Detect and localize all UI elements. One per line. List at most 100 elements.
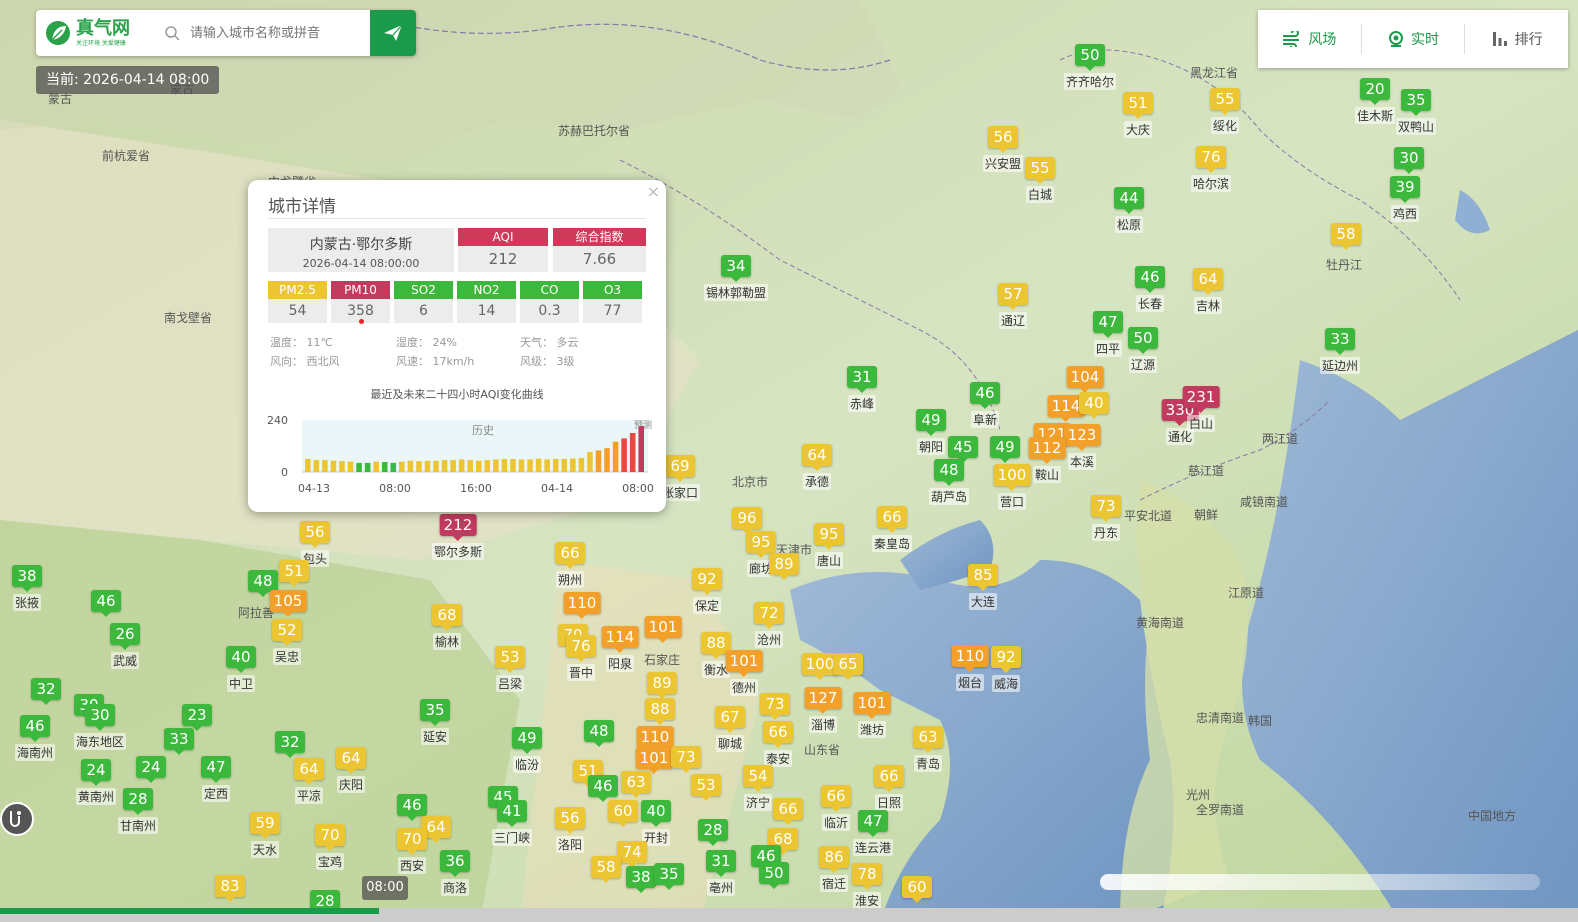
logo[interactable]: 真气网 关注环境 关爱健康	[36, 18, 164, 48]
aqi-marker[interactable]: 67	[715, 706, 745, 733]
station-name[interactable]: 佳木斯	[1354, 107, 1396, 124]
station-name[interactable]: 连云港	[852, 839, 894, 856]
timeline[interactable]	[0, 908, 1578, 922]
station-name[interactable]: 西安	[397, 857, 427, 874]
search-input[interactable]	[186, 12, 370, 54]
station-name[interactable]: 聊城	[715, 735, 745, 752]
aqi-marker[interactable]: 46	[20, 715, 50, 742]
aqi-marker[interactable]: 64	[802, 444, 832, 471]
station-name[interactable]: 海东地区	[73, 733, 127, 750]
aqi-marker[interactable]: 64	[1193, 268, 1223, 295]
station-name[interactable]: 德州	[729, 679, 759, 696]
station-name[interactable]: 齐齐哈尔	[1063, 73, 1117, 90]
aqi-marker[interactable]: 123	[1063, 424, 1101, 451]
aqi-marker[interactable]: 72	[754, 602, 784, 629]
aqi-marker[interactable]: 47	[858, 810, 888, 837]
aqi-marker[interactable]: 89	[769, 553, 799, 580]
aqi-marker[interactable]: 86	[819, 846, 849, 873]
aqi-marker[interactable]: 51	[1123, 92, 1153, 119]
aqi-marker[interactable]: 69	[665, 455, 695, 482]
aqi-marker[interactable]: 49	[990, 436, 1020, 463]
aqi-marker[interactable]: 57	[998, 283, 1028, 310]
aqi-marker[interactable]: 66	[555, 542, 585, 569]
aqi-marker[interactable]: 56	[988, 126, 1018, 153]
aqi-marker[interactable]: 39	[1390, 176, 1420, 203]
aqi-marker[interactable]: 51	[279, 560, 309, 587]
station-name[interactable]: 临汾	[512, 756, 542, 773]
station-name[interactable]: 榆林	[432, 633, 462, 650]
aqi-marker[interactable]: 24	[81, 759, 111, 786]
aqi-marker[interactable]: 76	[566, 635, 596, 662]
aqi-marker[interactable]: 24	[136, 756, 166, 783]
aqi-marker[interactable]: 46	[970, 382, 1000, 409]
aqi-marker[interactable]: 56	[300, 521, 330, 548]
aqi-marker[interactable]: 95	[746, 531, 776, 558]
station-name[interactable]: 大连	[968, 593, 998, 610]
aqi-marker[interactable]: 23	[182, 704, 212, 731]
aqi-marker[interactable]: 30	[1394, 147, 1424, 174]
station-name[interactable]: 保定	[692, 597, 722, 614]
realtime-button[interactable]: 实时	[1362, 24, 1466, 54]
station-name[interactable]: 中卫	[226, 675, 256, 692]
aqi-marker[interactable]: 48	[248, 570, 278, 597]
aqi-marker[interactable]: 63	[621, 771, 651, 798]
aqi-marker[interactable]: 101	[644, 616, 682, 643]
station-name[interactable]: 朝阳	[916, 438, 946, 455]
station-name[interactable]: 延安	[420, 728, 450, 745]
aqi-marker[interactable]: 66	[773, 798, 803, 825]
aqi-marker[interactable]: 63	[913, 726, 943, 753]
map-background[interactable]	[0, 0, 1578, 922]
station-name[interactable]: 淄博	[808, 716, 838, 733]
aqi-marker[interactable]: 46	[397, 794, 427, 821]
aqi-marker[interactable]: 66	[821, 785, 851, 812]
aqi-marker[interactable]: 47	[201, 756, 231, 783]
station-name[interactable]: 本溪	[1067, 453, 1097, 470]
station-name[interactable]: 秦皇岛	[871, 535, 913, 552]
aqi-marker[interactable]: 49	[512, 727, 542, 754]
station-name[interactable]: 绥化	[1210, 117, 1240, 134]
station-name[interactable]: 白山	[1186, 415, 1216, 432]
station-name[interactable]: 营口	[997, 493, 1027, 510]
aqi-marker[interactable]: 64	[336, 747, 366, 774]
aqi-marker[interactable]: 35	[420, 699, 450, 726]
station-name[interactable]: 三门峡	[491, 829, 533, 846]
station-name[interactable]: 阜新	[970, 411, 1000, 428]
station-name[interactable]: 济宁	[743, 794, 773, 811]
legend-button[interactable]	[0, 802, 34, 836]
aqi-marker[interactable]: 41	[497, 800, 527, 827]
station-name[interactable]: 双鸭山	[1395, 118, 1437, 135]
station-name[interactable]: 洛阳	[555, 836, 585, 853]
station-name[interactable]: 庆阳	[336, 776, 366, 793]
aqi-marker[interactable]: 31	[847, 366, 877, 393]
aqi-marker[interactable]: 83	[215, 875, 245, 902]
station-name[interactable]: 辽源	[1128, 356, 1158, 373]
aqi-marker[interactable]: 38	[12, 565, 42, 592]
aqi-marker[interactable]: 59	[250, 812, 280, 839]
aqi-marker[interactable]: 73	[1091, 495, 1121, 522]
aqi-marker[interactable]: 74	[617, 841, 647, 868]
aqi-marker[interactable]: 48	[584, 720, 614, 747]
station-name[interactable]: 天水	[250, 841, 280, 858]
station-name[interactable]: 潍坊	[857, 721, 887, 738]
station-name[interactable]: 张掖	[12, 594, 42, 611]
station-name[interactable]: 吴忠	[272, 648, 302, 665]
aqi-marker[interactable]: 70	[397, 828, 427, 855]
aqi-marker[interactable]: 53	[691, 774, 721, 801]
station-name[interactable]: 晋中	[566, 664, 596, 681]
station-name[interactable]: 葫芦岛	[928, 488, 970, 505]
aqi-marker[interactable]: 112	[1028, 437, 1066, 464]
aqi-marker[interactable]: 28	[698, 819, 728, 846]
aqi-marker[interactable]: 55	[1210, 88, 1240, 115]
aqi-marker[interactable]: 46	[1135, 266, 1165, 293]
station-name[interactable]: 锡林郭勒盟	[703, 284, 769, 301]
station-name[interactable]: 定西	[201, 785, 231, 802]
station-name[interactable]: 青岛	[913, 755, 943, 772]
station-name[interactable]: 白城	[1025, 186, 1055, 203]
station-name[interactable]: 大庆	[1123, 121, 1153, 138]
aqi-marker[interactable]: 96	[732, 507, 762, 534]
aqi-marker[interactable]: 127	[804, 687, 842, 714]
ranking-button[interactable]: 排行	[1465, 24, 1568, 54]
station-name[interactable]: 唐山	[814, 552, 844, 569]
station-name[interactable]: 长春	[1135, 295, 1165, 312]
aqi-marker[interactable]: 35	[1401, 89, 1431, 116]
